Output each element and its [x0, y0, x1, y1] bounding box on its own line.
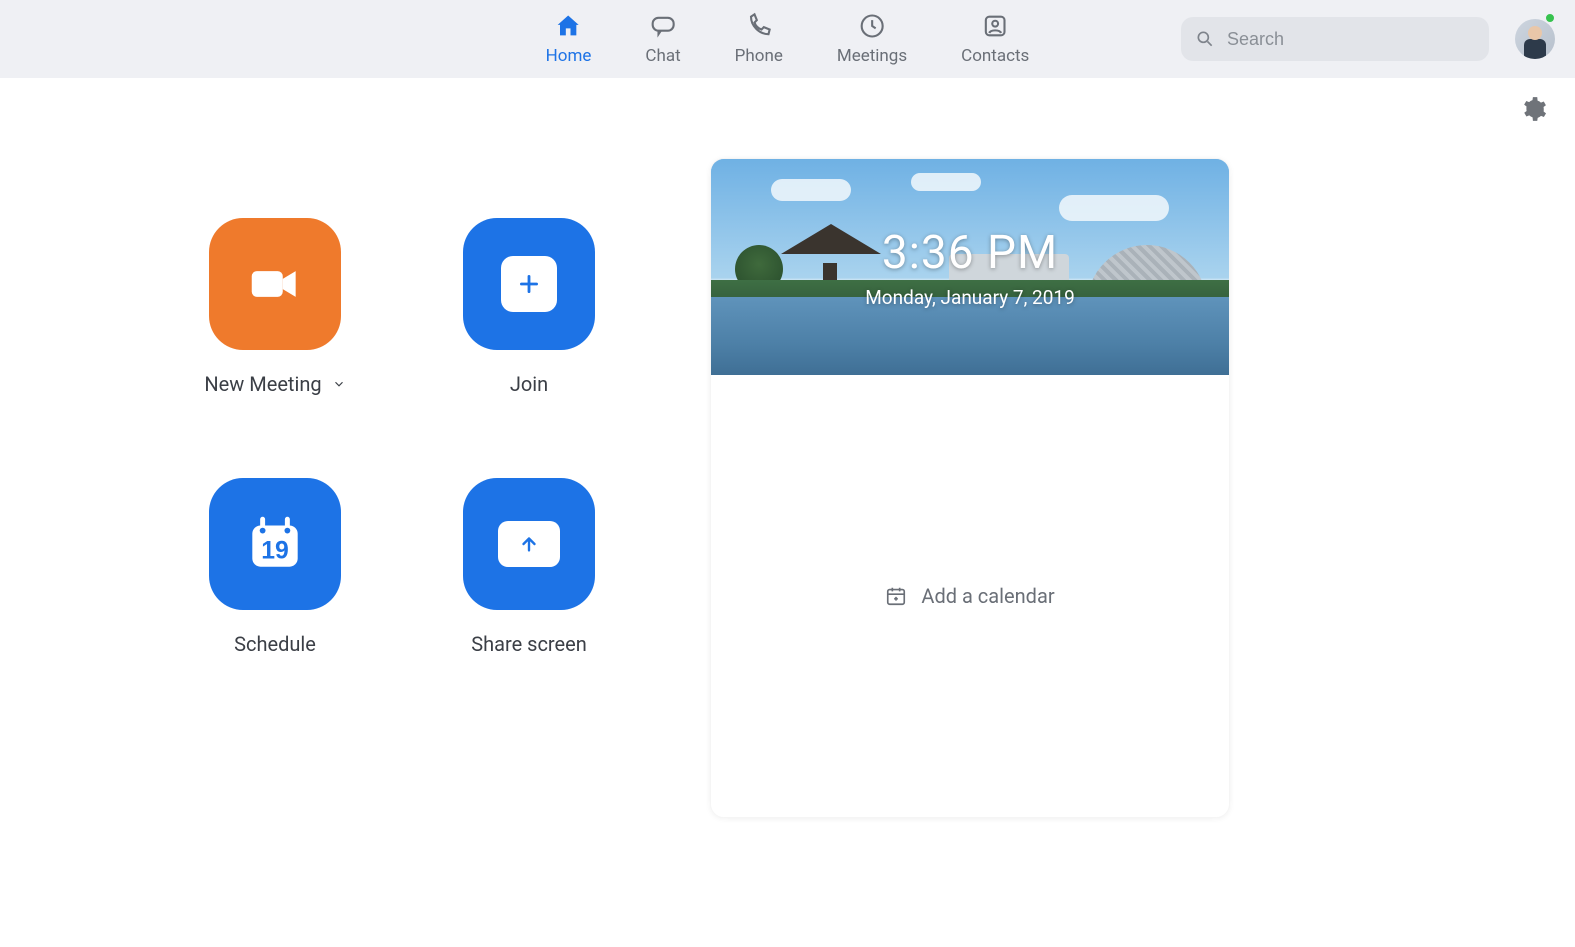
join-button[interactable]: Join [444, 218, 614, 396]
clock-date: Monday, January 7, 2019 [865, 286, 1075, 309]
search-icon [1195, 29, 1215, 49]
share-screen-label: Share screen [471, 632, 587, 656]
tab-meetings[interactable]: Meetings [831, 0, 913, 78]
share-screen-button[interactable]: Share screen [444, 478, 614, 656]
tab-meetings-label: Meetings [837, 46, 907, 66]
panel-hero: 3:36 PM Monday, January 7, 2019 [711, 159, 1229, 375]
avatar[interactable] [1515, 19, 1555, 59]
chat-icon [649, 12, 677, 40]
tab-contacts-label: Contacts [961, 46, 1029, 66]
avatar-head [1528, 26, 1542, 40]
new-meeting-tile [209, 218, 341, 350]
clock-icon [858, 12, 886, 40]
schedule-tile: 19 [209, 478, 341, 610]
arrow-up-icon [518, 533, 540, 555]
join-tile [463, 218, 595, 350]
main-content: New Meeting Join [0, 122, 1575, 878]
tab-home-label: Home [546, 46, 592, 66]
presence-indicator [1544, 12, 1556, 24]
add-calendar-label: Add a calendar [921, 584, 1054, 608]
plus-icon [516, 271, 542, 297]
search-box[interactable] [1181, 17, 1489, 61]
tab-contacts[interactable]: Contacts [955, 0, 1035, 78]
action-grid: New Meeting Join [190, 218, 614, 656]
tab-home[interactable]: Home [540, 0, 598, 78]
tab-phone-label: Phone [735, 46, 783, 66]
contacts-icon [981, 12, 1009, 40]
calendar-plus-icon [885, 585, 907, 607]
calendar-day: 19 [261, 537, 289, 564]
hero-text: 3:36 PM Monday, January 7, 2019 [865, 226, 1075, 309]
video-icon [244, 253, 306, 315]
settings-row [0, 78, 1575, 122]
phone-icon [745, 12, 773, 40]
tab-chat-label: Chat [645, 46, 680, 66]
panel-body: Add a calendar [711, 375, 1229, 817]
schedule-label: Schedule [234, 632, 316, 656]
tab-chat[interactable]: Chat [639, 0, 686, 78]
avatar-body [1524, 39, 1546, 59]
new-meeting-label: New Meeting [204, 372, 321, 396]
new-meeting-label-row: New Meeting [204, 372, 345, 396]
search-input[interactable] [1225, 28, 1475, 51]
share-tile [463, 478, 595, 610]
calendar-panel: 3:36 PM Monday, January 7, 2019 Add a ca… [710, 158, 1230, 818]
nav-tabs: Home Chat Phone Meetings Contacts [540, 0, 1036, 78]
home-icon [555, 12, 583, 40]
new-meeting-button[interactable]: New Meeting [190, 218, 360, 396]
tab-phone[interactable]: Phone [729, 0, 789, 78]
clock-time: 3:36 PM [865, 226, 1075, 280]
add-calendar-button[interactable]: Add a calendar [885, 584, 1054, 608]
join-label: Join [510, 372, 548, 396]
top-bar: Home Chat Phone Meetings Contacts [0, 0, 1575, 78]
schedule-button[interactable]: 19 Schedule [190, 478, 360, 656]
share-inner [498, 521, 560, 567]
chevron-down-icon[interactable] [332, 377, 346, 391]
gear-icon[interactable] [1521, 96, 1547, 122]
join-inner [501, 256, 557, 312]
calendar-icon: 19 [242, 511, 308, 577]
